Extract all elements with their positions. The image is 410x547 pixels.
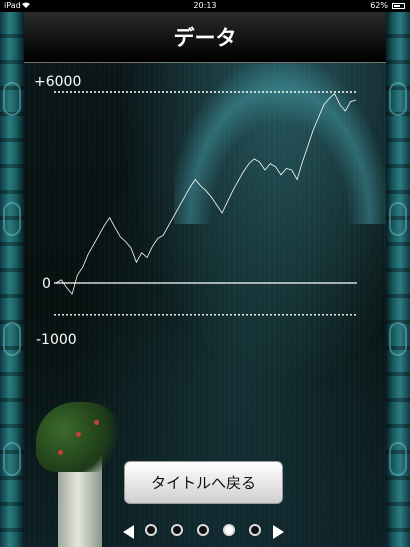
battery-icon [392,3,405,9]
data-line [55,92,357,295]
ornament [389,82,407,116]
main-panel: データ +6000 0 -1000 タイトルへ戻る [24,12,386,547]
clock: 20:13 [193,1,217,10]
ornate-column-left [0,12,24,547]
status-bar: iPad 20:13 62% [0,0,410,12]
ornament [389,202,407,236]
battery-fill [394,5,400,7]
page-dot-5[interactable] [249,524,261,536]
ornament [3,202,21,236]
back-to-title-button[interactable]: タイトルへ戻る [124,461,283,504]
page-dot-1[interactable] [145,524,157,536]
ivy-leaves [36,402,126,472]
ornament [389,322,407,356]
battery-percentage: 62% [370,1,388,10]
ornament [3,442,21,476]
data-chart [54,91,357,316]
ornament [3,82,21,116]
flower [58,450,63,455]
ornate-column-right [386,12,410,547]
flower [94,420,99,425]
ornament [3,322,21,356]
ornament [389,442,407,476]
page-dot-2[interactable] [171,524,183,536]
previous-page-arrow-icon[interactable] [123,525,134,539]
page-indicator [24,522,386,542]
flower [76,432,81,437]
page-dot-3[interactable] [197,524,209,536]
next-page-arrow-icon[interactable] [273,525,284,539]
page-dot-4[interactable] [223,524,235,536]
